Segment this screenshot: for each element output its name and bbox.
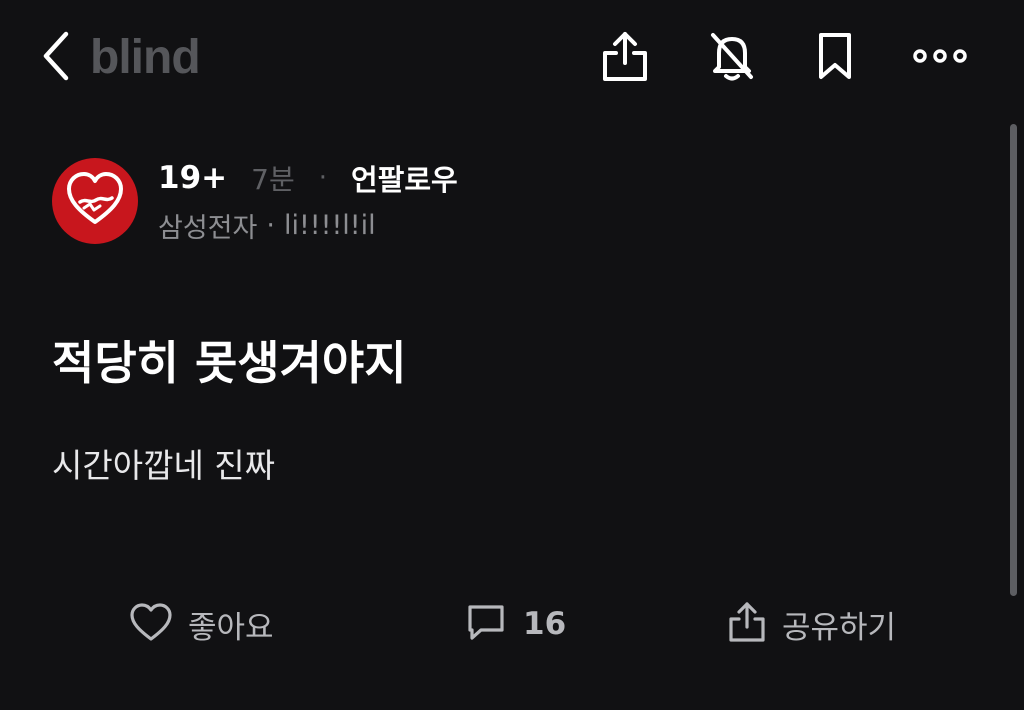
heart-avatar-icon: [60, 164, 130, 238]
scrollbar[interactable]: [1010, 124, 1017, 596]
back-button[interactable]: [36, 30, 76, 86]
like-button[interactable]: 좋아요: [128, 596, 274, 652]
like-label: 좋아요: [188, 609, 274, 646]
author-meta-row: 19+ 7분 · 언팔로우: [158, 158, 458, 198]
author-company-row: 삼성전자 · li!!!!l!il: [158, 206, 376, 244]
author-username: li!!!!l!il: [283, 209, 376, 241]
author-nickname[interactable]: 19+: [158, 160, 227, 196]
post-time: 7분: [251, 163, 295, 196]
back-icon: [42, 30, 70, 86]
notification-off-icon: [705, 29, 759, 87]
author-company[interactable]: 삼성전자: [158, 206, 257, 245]
notification-toggle-button[interactable]: [704, 30, 760, 86]
bookmark-button[interactable]: [807, 30, 863, 86]
share-button[interactable]: [597, 30, 653, 86]
share-post-button[interactable]: 공유하기: [726, 596, 896, 652]
more-icon: [912, 46, 968, 70]
comment-button[interactable]: 16: [465, 596, 566, 652]
comment-icon: [465, 602, 507, 646]
avatar[interactable]: [52, 158, 138, 244]
bookmark-icon: [813, 29, 857, 87]
top-bar: blind: [0, 0, 1024, 120]
share-icon: [726, 600, 768, 648]
unfollow-button[interactable]: 언팔로우: [351, 157, 458, 199]
meta-separator: ·: [318, 163, 327, 193]
more-button[interactable]: [912, 30, 968, 86]
company-separator: ·: [266, 209, 275, 241]
app-logo: blind: [90, 31, 201, 84]
comment-count: 16: [523, 606, 567, 642]
post-body: 시간아깝네 진짜: [52, 446, 276, 485]
heart-icon: [128, 601, 174, 647]
share-label: 공유하기: [782, 609, 897, 646]
post-title: 적당히 못생겨야지: [52, 336, 407, 390]
share-icon: [599, 29, 651, 87]
